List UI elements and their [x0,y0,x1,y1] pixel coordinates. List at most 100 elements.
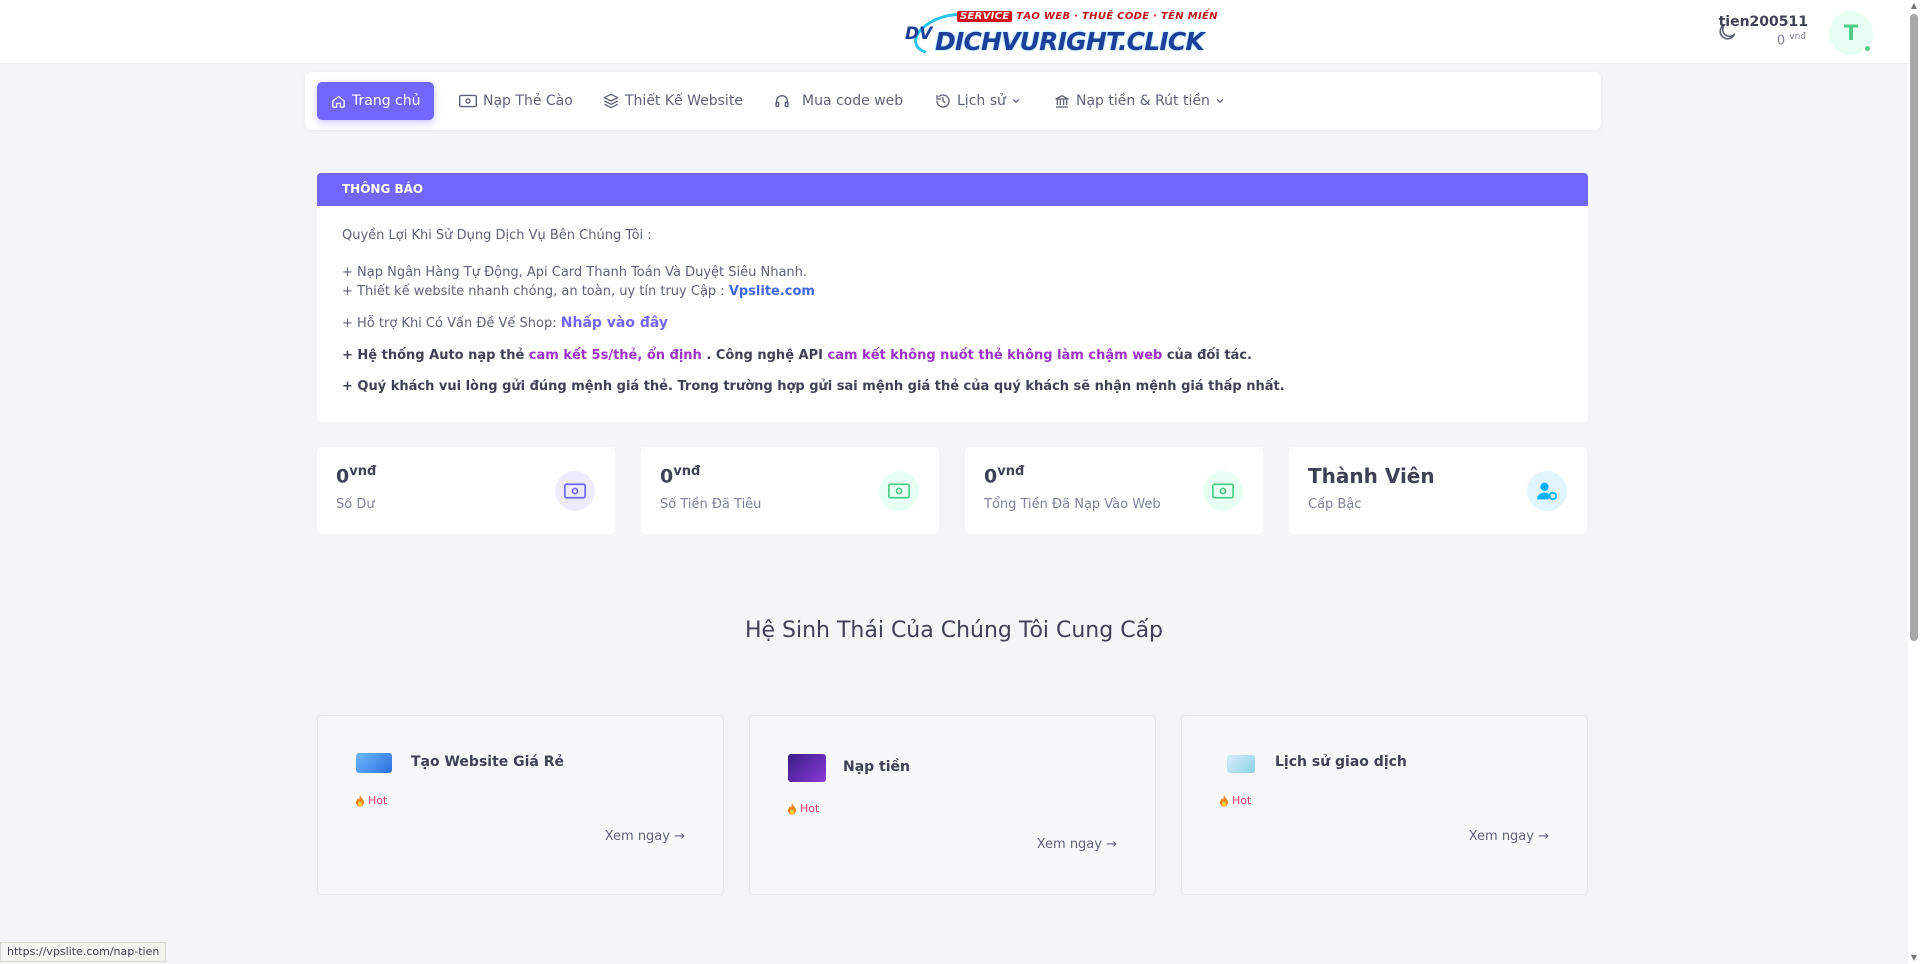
stat-icon-wrap [1203,471,1243,511]
notice-line: + Thiết kế website nhanh chóng, an toàn,… [342,284,815,299]
feature-title: Tạo Website Giá Rẻ [411,754,565,770]
scrollbar-thumb[interactable] [1910,14,1918,641]
nav-deposit-withdraw[interactable]: Nạp tiền & Rút tiền [1054,82,1225,120]
feature-thumbnail [1227,755,1255,773]
notice-line-text: + Thiết kế website nhanh chóng, an toàn,… [342,284,729,299]
money-icon [888,483,910,499]
chevron-down-icon [1012,99,1020,104]
view-now-link[interactable]: Xem ngay → [1037,837,1117,852]
fire-icon [356,794,364,806]
logo-tag-text: TẠO WEB · THUÊ CODE · TÊN MIỀN [1016,11,1218,22]
logo-tagline: SERVICE TẠO WEB · THUÊ CODE · TÊN MIỀN [957,11,1218,22]
stat-icon-wrap [1527,471,1567,511]
nav-website-design[interactable]: Thiết Kế Website [603,82,743,120]
user-gear-icon [1537,482,1558,501]
stat-icon-wrap [879,471,919,511]
history-icon [936,94,950,108]
feature-card-topup[interactable]: Nạp tiền Hot Xem ngay → [749,715,1156,895]
bank-icon [1055,95,1069,108]
notice-line-text: + Hỗ trợ Khi Có Vấn Đề Vế Shop: [342,316,561,331]
headphones-icon [775,95,789,107]
user-balance-unit: vnđ [1789,32,1806,42]
site-logo[interactable]: SERVICE TẠO WEB · THUÊ CODE · TÊN MIỀN D… [905,5,1217,63]
notice-body: Quyền Lợi Khi Sử Dụng Dịch Vụ Bên Chúng … [317,206,1588,422]
notice-line: + Nạp Ngân Hàng Tự Động, Api Card Thanh … [342,265,808,280]
home-icon [332,95,345,108]
stat-value: 0vnđ [984,464,1024,487]
cash-icon [459,94,477,108]
notice-line-text: của đối tác. [1162,348,1252,363]
notice-line: + Hệ thống Auto nạp thẻ cam kết 5s/thẻ, … [342,348,1252,363]
fire-icon [1220,794,1228,806]
nav-history[interactable]: Lịch sử [935,82,1021,120]
main-nav: Trang chủ Nạp Thẻ Cào Thiết Kế Website M… [305,72,1601,130]
vpslite-link[interactable]: Vpslite.com [729,284,815,299]
notice-header: THÔNG BÁO [317,173,1588,206]
stat-number: 0 [660,465,674,488]
avatar[interactable]: T [1829,11,1873,55]
nav-buy-code-label: Mua code web [802,93,904,109]
notice-line-text: . Công nghệ API [701,348,828,363]
link-status-bar: https://vpslite.com/nap-tien [0,942,167,962]
stat-label: Tổng Tiền Đã Nạp Vào Web [984,497,1161,512]
page-scrollbar[interactable]: ▲ ▼ [1908,0,1920,964]
hot-label: Hot [800,802,820,815]
nav-website-design-label: Thiết Kế Website [625,93,743,109]
notice-line: + Hỗ trợ Khi Có Vấn Đề Vế Shop: Nhấp vào… [342,315,668,331]
nav-home[interactable]: Trang chủ [317,82,435,120]
view-now-link[interactable]: Xem ngay → [605,829,685,844]
stat-label: Cấp Bậc [1308,497,1362,512]
money-icon [564,483,586,499]
stat-number: 0 [984,465,998,488]
stat-card-spent: 0vnđ Số Tiền Đã Tiêu [641,447,939,534]
chevron-down-icon [1216,99,1223,104]
user-balance: 0 vnđ [1777,32,1806,48]
stat-value: 0vnđ [336,464,376,487]
hot-badge: Hot [787,802,819,815]
feature-thumbnail [788,754,826,782]
stat-number: Thành Viên [1308,464,1435,488]
stat-value: Thành Viên [1308,464,1435,488]
nav-home-label: Trang chủ [352,93,421,109]
feature-card-website[interactable]: Tạo Website Giá Rẻ Hot Xem ngay → [317,715,724,895]
support-link[interactable]: Nhấp vào đây [561,315,668,331]
online-dot [1863,44,1872,53]
money-icon [1212,483,1234,499]
notice-line: Quyền Lợi Khi Sử Dụng Dịch Vụ Bên Chúng … [342,228,652,243]
nav-history-label: Lịch sử [957,93,1006,109]
hot-label: Hot [1232,794,1252,807]
stat-number: 0 [336,465,350,488]
stat-icon-wrap [555,471,595,511]
scroll-down-arrow[interactable]: ▼ [1910,954,1918,962]
nav-buy-code[interactable]: Mua code web [774,82,903,120]
view-now-link[interactable]: Xem ngay → [1469,829,1549,844]
hot-label: Hot [368,794,388,807]
hot-badge: Hot [1219,794,1251,807]
logo-mark: DV [905,24,933,44]
feature-title: Lịch sử giao dịch [1275,754,1407,770]
avatar-letter: T [1843,21,1859,45]
hot-badge: Hot [355,794,387,807]
notice-highlight: cam kết không nuốt thẻ không làm chậm we… [827,348,1163,363]
user-name[interactable]: tien200511 [1719,14,1808,30]
stat-value: 0vnđ [660,464,700,487]
logo-badge: SERVICE [957,11,1013,22]
nav-topup-card[interactable]: Nạp Thẻ Cào [459,82,573,120]
scroll-up-arrow[interactable]: ▲ [1910,2,1918,10]
stat-unit: vnđ [349,464,377,479]
stat-card-total-deposit: 0vnđ Tổng Tiền Đã Nạp Vào Web [965,447,1263,534]
stat-card-balance: 0vnđ Số Dư [317,447,615,534]
user-balance-value: 0 [1776,33,1786,49]
top-header: SERVICE TẠO WEB · THUÊ CODE · TÊN MIỀN D… [0,0,1908,64]
logo-wordmark: DICHVURIGHT.CLICK [935,27,1205,56]
stat-card-rank: Thành Viên Cấp Bậc [1289,447,1587,534]
stat-label: Số Dư [336,497,375,512]
stat-label: Số Tiền Đã Tiêu [660,497,762,512]
notice-highlight: cam kết 5s/thẻ, ổn định [528,348,702,363]
feature-card-history[interactable]: Lịch sử giao dịch Hot Xem ngay → [1181,715,1588,895]
stat-unit: vnđ [997,464,1025,479]
stat-unit: vnđ [673,464,701,479]
notice-line-text: + Hệ thống Auto nạp thẻ [342,348,529,363]
nav-deposit-withdraw-label: Nạp tiền & Rút tiền [1076,93,1210,109]
nav-topup-card-label: Nạp Thẻ Cào [483,93,573,109]
